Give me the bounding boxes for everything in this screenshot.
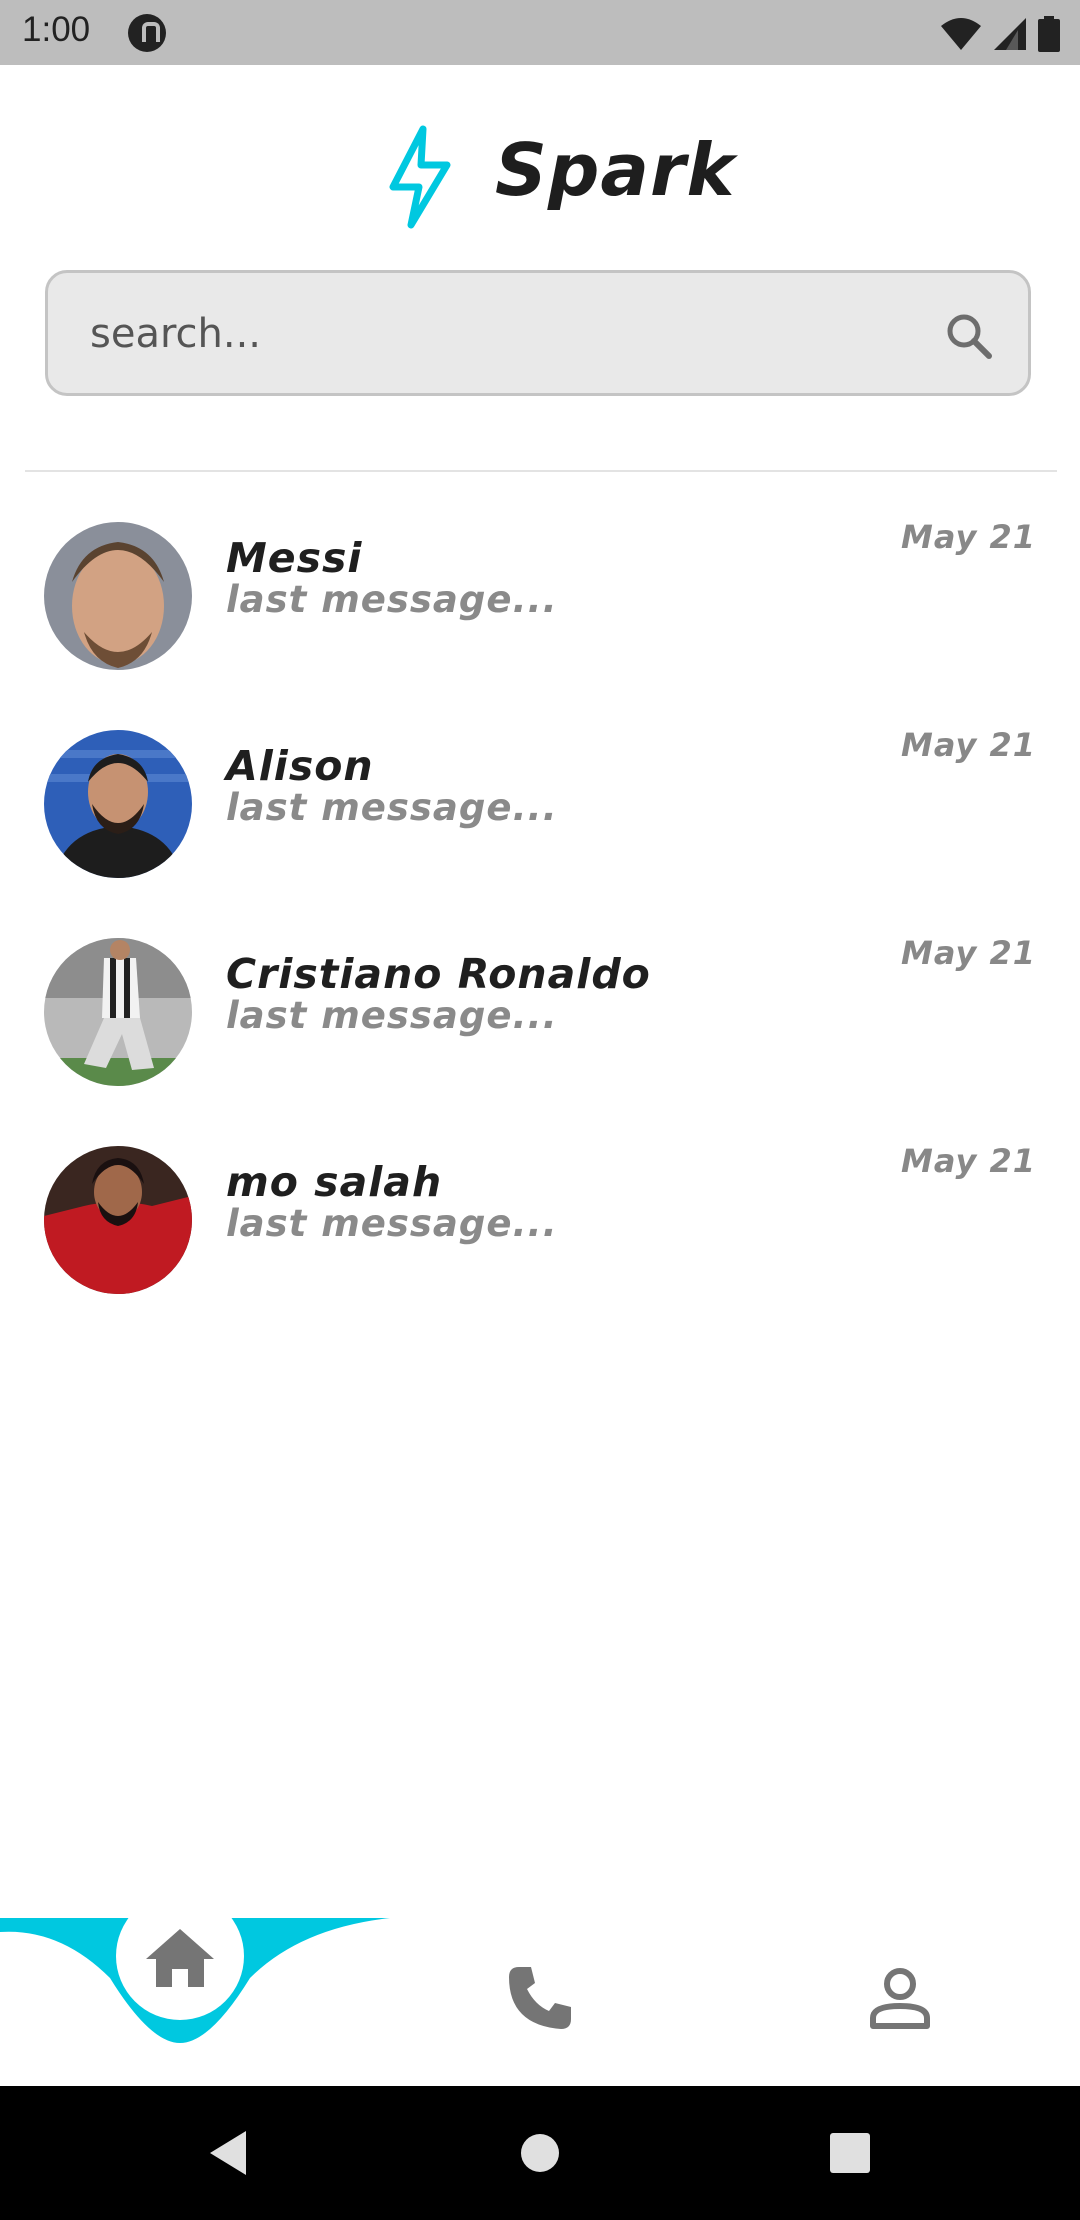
status-bar: 1:00 — [0, 0, 1080, 65]
avatar[interactable] — [44, 1146, 192, 1294]
recents-icon — [830, 2133, 870, 2173]
chat-date: May 21 — [901, 1142, 1036, 1180]
person-icon — [870, 1968, 930, 2029]
search-icon[interactable] — [944, 311, 994, 361]
nav-profile-button[interactable] — [850, 1948, 950, 2048]
system-recents-button[interactable] — [790, 2086, 910, 2220]
home-circle-icon — [521, 2134, 559, 2172]
chat-date: May 21 — [901, 934, 1036, 972]
chat-preview: last message... — [226, 786, 558, 829]
avatar[interactable] — [44, 730, 192, 878]
chat-name: mo salah — [226, 1158, 443, 1206]
status-icons — [940, 14, 1060, 54]
avatar[interactable] — [44, 522, 192, 670]
bottom-navigation — [0, 1918, 1080, 2086]
battery-icon — [1038, 16, 1060, 52]
avatar[interactable] — [44, 938, 192, 1086]
nav-home-button[interactable] — [130, 1918, 230, 1998]
app-title: Spark — [495, 128, 736, 212]
chat-item-alison[interactable]: Alison last message... May 21 — [0, 726, 1080, 900]
chat-name: Alison — [226, 742, 374, 790]
search-bar[interactable] — [45, 270, 1031, 396]
back-icon — [210, 2131, 246, 2175]
chat-name: Cristiano Ronaldo — [226, 950, 651, 998]
chat-date: May 21 — [901, 726, 1036, 764]
chat-preview: last message... — [226, 578, 558, 621]
chat-date: May 21 — [901, 518, 1036, 556]
system-navigation-bar — [0, 2086, 1080, 2220]
chat-preview: last message... — [226, 1202, 558, 1245]
search-input[interactable] — [88, 301, 912, 367]
chat-item-mo-salah[interactable]: mo salah last message... May 21 — [0, 1142, 1080, 1316]
divider — [25, 470, 1057, 472]
nav-calls-button[interactable] — [490, 1948, 590, 2048]
chat-item-messi[interactable]: Messi last message... May 21 — [0, 518, 1080, 692]
chat-item-cristiano-ronaldo[interactable]: Cristiano Ronaldo last message... May 21 — [0, 934, 1080, 1108]
lightning-bolt-icon — [389, 125, 451, 229]
wifi-icon — [941, 18, 981, 50]
app-notification-icon — [128, 14, 166, 52]
signal-icon — [994, 18, 1026, 50]
system-back-button[interactable] — [168, 2086, 288, 2220]
phone-icon — [509, 1967, 571, 2029]
system-home-button[interactable] — [480, 2086, 600, 2220]
chat-name: Messi — [226, 534, 363, 582]
status-time: 1:00 — [22, 10, 91, 49]
chat-preview: last message... — [226, 994, 558, 1037]
home-icon — [146, 1929, 214, 1987]
